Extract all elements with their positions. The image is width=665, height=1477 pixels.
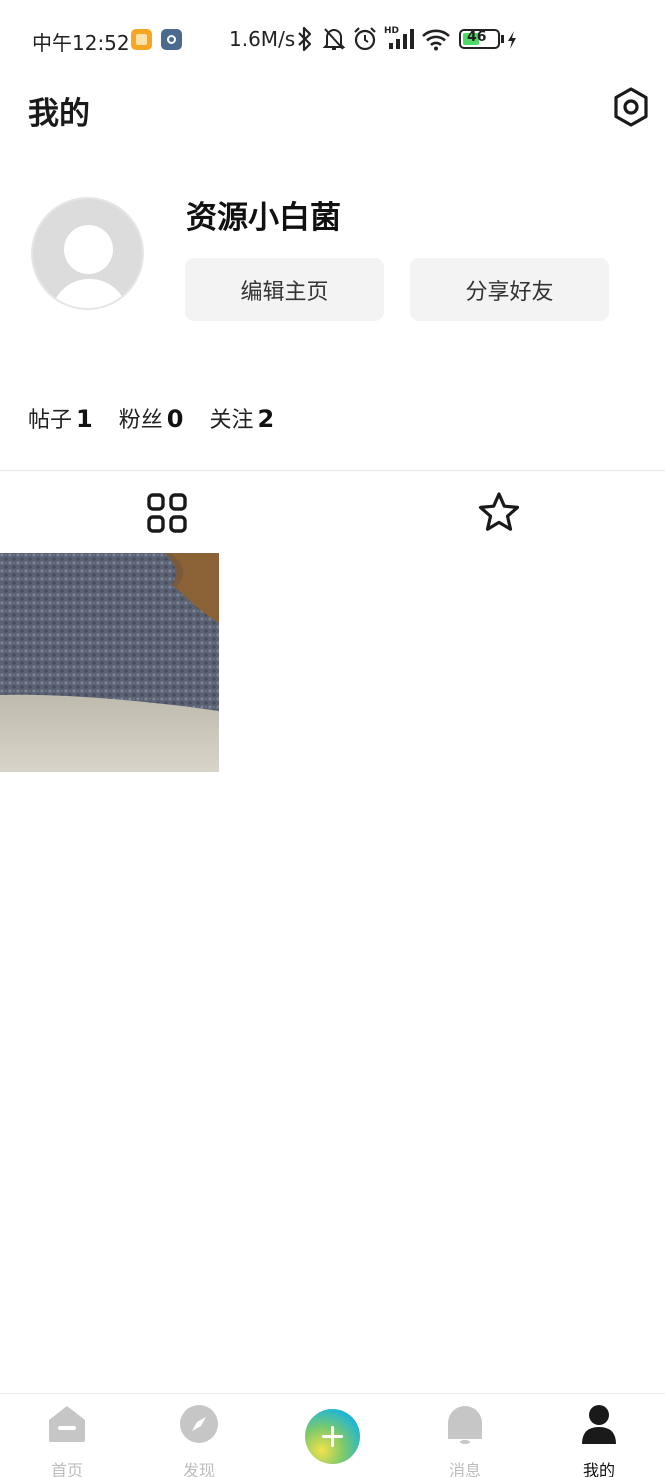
- bottom-nav: 首页 发现 消息 我的: [0, 1393, 665, 1477]
- mute-bell-icon: [322, 28, 346, 50]
- tab-favorites[interactable]: [476, 490, 522, 536]
- avatar-head-shape: [64, 225, 113, 274]
- charging-icon: [508, 31, 516, 49]
- home-icon: [49, 1406, 85, 1442]
- post-thumbnail[interactable]: [0, 553, 219, 772]
- gallery-app-icon: [131, 29, 152, 50]
- stat-following-value: 2: [257, 405, 275, 433]
- battery-icon: 46: [459, 29, 500, 49]
- cell-signal-icon: [389, 29, 414, 49]
- stat-followers-value: 0: [166, 405, 184, 433]
- compass-icon: [180, 1405, 218, 1443]
- nav-discover[interactable]: 发现: [149, 1394, 249, 1477]
- share-friends-button[interactable]: 分享好友: [410, 258, 609, 321]
- username: 资源小白菌: [186, 200, 341, 236]
- avatar[interactable]: [31, 197, 144, 310]
- nav-me[interactable]: 我的: [549, 1394, 649, 1477]
- nav-home[interactable]: 首页: [17, 1394, 117, 1477]
- settings-button[interactable]: [611, 86, 651, 128]
- stat-followers-label: 粉丝: [118, 408, 163, 433]
- user-icon: [582, 1405, 616, 1444]
- stat-posts-value: 1: [76, 405, 93, 433]
- post-photo-image: [0, 553, 219, 772]
- header: 我的: [0, 80, 665, 154]
- stat-followers[interactable]: 粉丝 0: [119, 402, 184, 434]
- bell-icon: [448, 1406, 482, 1444]
- tab-posts-grid[interactable]: [144, 490, 190, 536]
- nav-home-label: 首页: [50, 1461, 83, 1477]
- divider: [0, 470, 665, 471]
- star-icon: [478, 492, 520, 531]
- stat-posts-label: 帖子: [28, 408, 73, 433]
- alarm-icon: [354, 27, 376, 51]
- page-title: 我的: [28, 96, 90, 132]
- nav-messages-label: 消息: [448, 1461, 481, 1477]
- wifi-icon: [422, 29, 450, 51]
- nav-discover-label: 发现: [182, 1461, 215, 1477]
- battery-tip: [501, 35, 504, 43]
- settings-hexagon-icon: [614, 87, 648, 127]
- status-time: 中午12:52: [32, 31, 130, 55]
- network-speed: 1.6M/s: [229, 27, 296, 51]
- nav-me-label: 我的: [582, 1461, 615, 1477]
- edit-profile-button[interactable]: 编辑主页: [185, 258, 384, 321]
- stat-following-label: 关注: [209, 408, 254, 433]
- stat-posts[interactable]: 帖子 1: [28, 402, 93, 434]
- battery-level-text: 46: [467, 29, 487, 45]
- grid-icon: [147, 493, 187, 533]
- status-bar: 中午12:52 1.6M/s HD 46: [0, 0, 665, 80]
- add-post-button[interactable]: [305, 1409, 360, 1464]
- avatar-body-shape: [51, 279, 128, 308]
- nav-messages[interactable]: 消息: [415, 1394, 515, 1477]
- settings-app-icon: [161, 29, 182, 50]
- stats-row: 帖子 1 粉丝 0 关注 2: [28, 402, 300, 438]
- bluetooth-icon: [298, 26, 312, 52]
- stat-following[interactable]: 关注 2: [209, 402, 274, 434]
